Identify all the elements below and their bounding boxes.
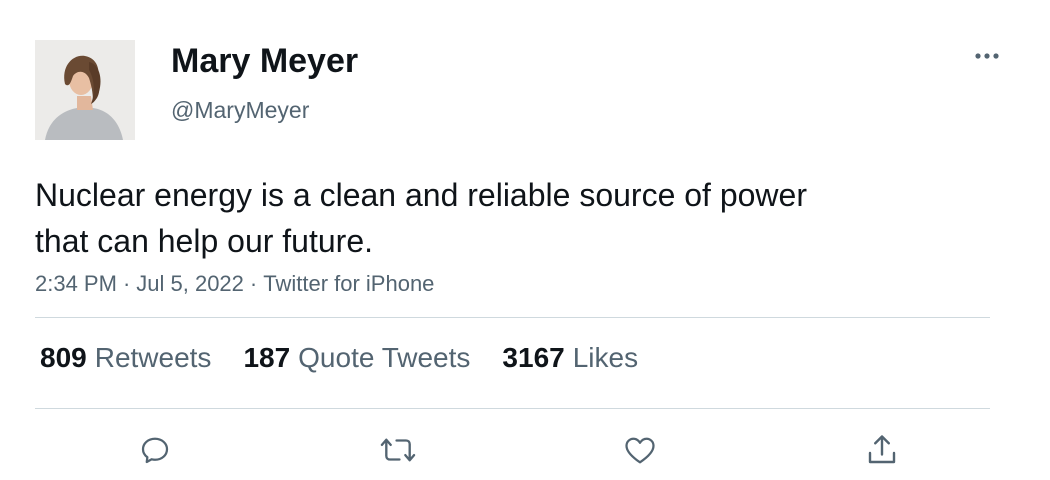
retweets-count: 809 <box>40 342 87 373</box>
quote-tweets-label: Quote Tweets <box>298 342 471 373</box>
share-icon <box>868 435 896 464</box>
share-button[interactable] <box>862 430 902 470</box>
tweet-text-line-2: that can help our future. <box>35 223 373 259</box>
more-horizontal-icon <box>975 53 999 59</box>
heart-icon <box>625 437 655 464</box>
reply-button[interactable] <box>135 430 175 470</box>
divider-top <box>35 317 990 318</box>
retweets-label: Retweets <box>94 342 212 373</box>
meta-separator: · <box>122 271 131 296</box>
user-handle[interactable]: @MaryMeyer <box>171 97 309 124</box>
reply-icon <box>141 437 169 464</box>
tweet-date[interactable]: Jul 5, 2022 <box>136 271 244 296</box>
retweets-stat[interactable]: 809 Retweets <box>40 342 211 374</box>
tweet-meta: 2:34 PM · Jul 5, 2022 · Twitter for iPhone <box>35 271 434 297</box>
tweet-text: Nuclear energy is a clean and reliable s… <box>35 172 935 264</box>
likes-label: Likes <box>572 342 639 373</box>
more-options-button[interactable] <box>970 44 1006 68</box>
quote-tweets-count: 187 <box>243 342 291 373</box>
avatar-image <box>35 40 135 140</box>
divider-bottom <box>35 408 990 409</box>
tweet-time[interactable]: 2:34 PM <box>35 271 117 296</box>
retweet-icon <box>380 438 416 462</box>
meta-separator: · <box>249 271 258 296</box>
likes-stat[interactable]: 3167 Likes <box>502 342 638 374</box>
action-bar <box>0 430 1050 470</box>
tweet-stats: 809 Retweets 187 Quote Tweets 3167 Likes <box>40 342 638 374</box>
avatar[interactable] <box>35 40 135 140</box>
tweet-card: Mary Meyer @MaryMeyer Nuclear energy is … <box>0 0 1050 480</box>
retweet-button[interactable] <box>378 430 418 470</box>
likes-count: 3167 <box>502 342 565 373</box>
display-name[interactable]: Mary Meyer <box>171 42 358 81</box>
like-button[interactable] <box>620 430 660 470</box>
tweet-text-line-1: Nuclear energy is a clean and reliable s… <box>35 177 807 213</box>
tweet-source[interactable]: Twitter for iPhone <box>263 271 434 296</box>
quote-tweets-stat[interactable]: 187 Quote Tweets <box>243 342 470 374</box>
